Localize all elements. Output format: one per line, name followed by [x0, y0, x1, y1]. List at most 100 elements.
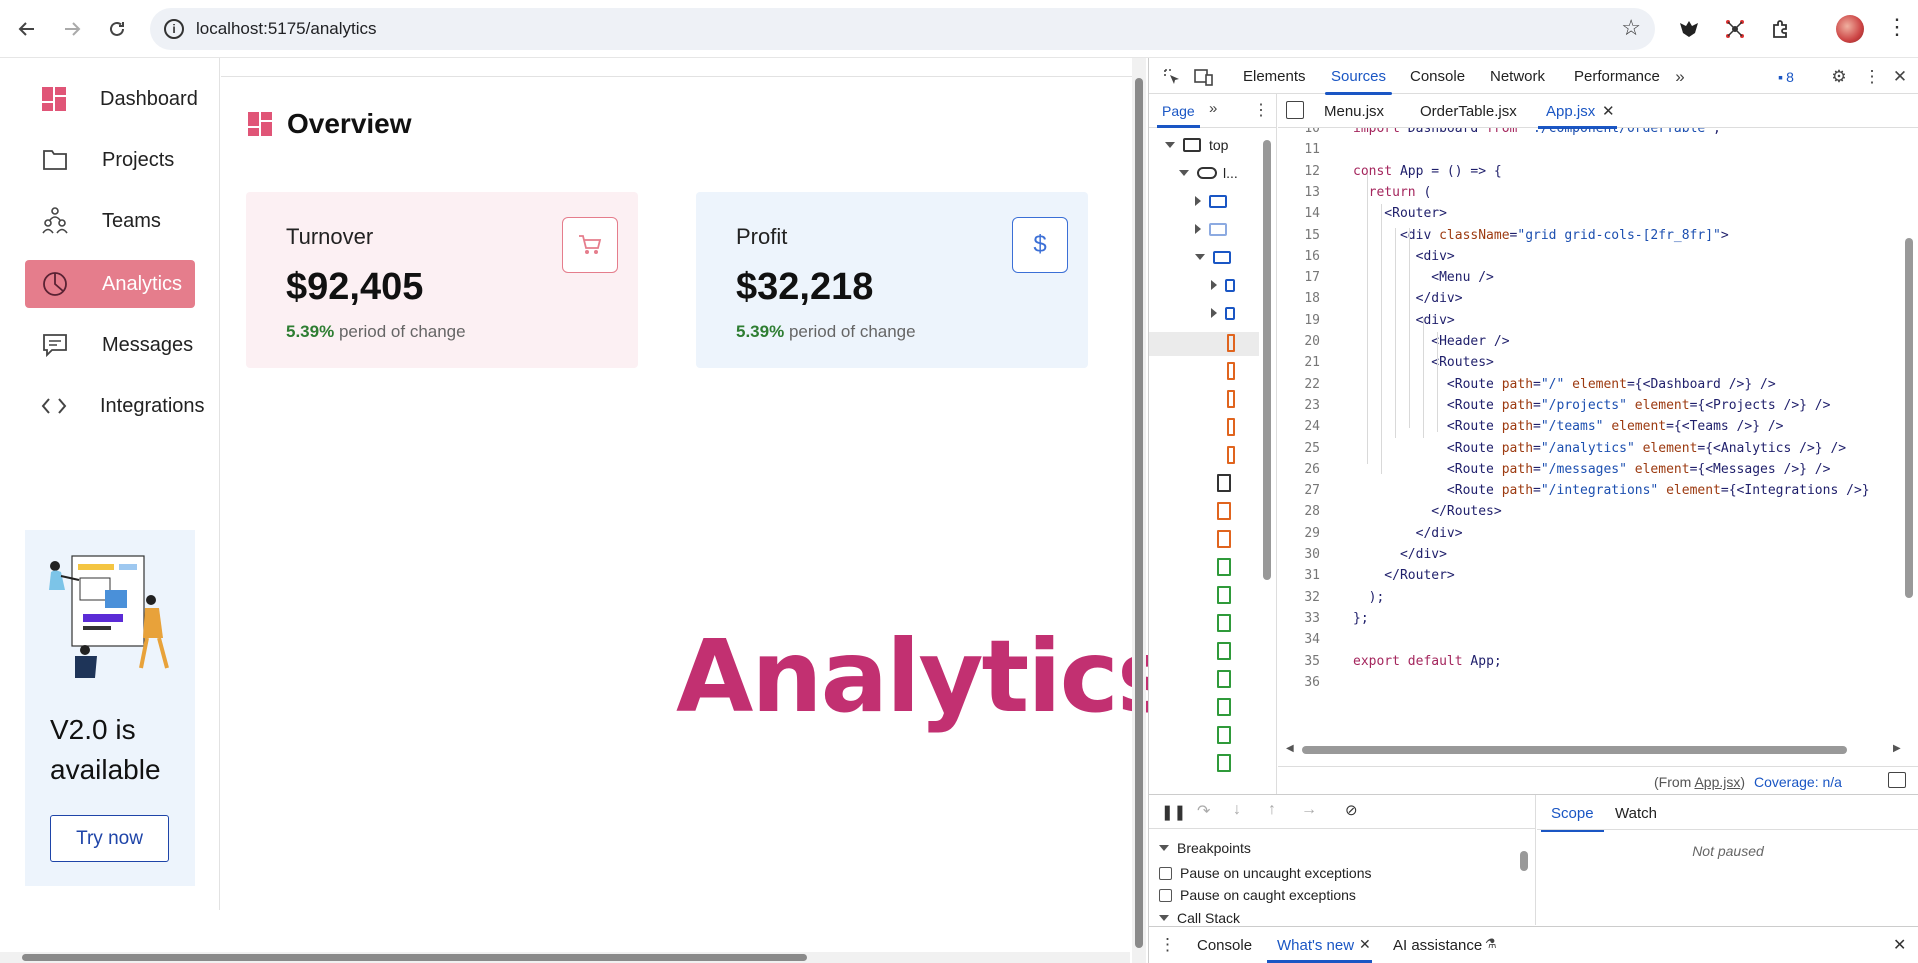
settings-gear-icon[interactable]: ⚙ [1828, 66, 1850, 88]
tree-file[interactable] [1227, 360, 1235, 382]
code-line[interactable]: 14 <Router> [1278, 203, 1918, 224]
line-number[interactable]: 28 [1278, 504, 1320, 519]
deactivate-breakpoints-icon[interactable]: ⊘ [1345, 801, 1358, 819]
code-line[interactable]: 10 import Dashboard from "./component/Ord… [1278, 128, 1918, 139]
reload-button[interactable] [102, 14, 132, 44]
editor-vertical-scrollbar[interactable] [1905, 238, 1913, 598]
step-over-icon[interactable]: ↷ [1197, 801, 1210, 821]
code-line[interactable]: 29 </div> [1278, 523, 1918, 544]
line-number[interactable]: 13 [1278, 185, 1320, 200]
line-number[interactable]: 29 [1278, 526, 1320, 541]
line-number[interactable]: 32 [1278, 590, 1320, 605]
code-line[interactable]: 16 <div> [1278, 246, 1918, 267]
code-line[interactable]: 36 [1278, 672, 1918, 693]
tree-file[interactable] [1217, 556, 1231, 578]
url-text[interactable]: localhost:5175/analytics [196, 19, 377, 39]
tree-file[interactable] [1227, 444, 1235, 466]
close-tab-icon[interactable]: ✕ [1359, 936, 1371, 953]
editor-tab-menu[interactable]: Menu.jsx [1324, 103, 1384, 120]
browser-menu-icon[interactable]: ⋮ [1886, 14, 1908, 40]
dollar-button[interactable]: $ [1012, 217, 1068, 273]
page-horizontal-scrollbar[interactable] [0, 952, 1130, 963]
line-number[interactable]: 10 [1278, 128, 1320, 136]
tree-selected-row[interactable] [1149, 332, 1259, 356]
checkbox[interactable] [1159, 866, 1172, 880]
tree-folder[interactable] [1195, 218, 1227, 240]
sidebar-item-dashboard[interactable]: Dashboard [25, 75, 198, 123]
line-number[interactable]: 34 [1278, 632, 1320, 647]
editor-tab-ordertable[interactable]: OrderTable.jsx [1420, 103, 1517, 120]
call-stack-section[interactable]: Call Stack [1159, 911, 1240, 925]
device-toolbar-icon[interactable] [1193, 66, 1215, 88]
code-line[interactable]: 33}; [1278, 608, 1918, 629]
drawer-tab-ai-assistance[interactable]: AI assistance [1393, 937, 1482, 954]
tree-file[interactable] [1217, 668, 1231, 690]
line-number[interactable]: 26 [1278, 462, 1320, 477]
code-line[interactable]: 30 </div> [1278, 544, 1918, 565]
line-number[interactable]: 20 [1278, 334, 1320, 349]
line-number[interactable]: 24 [1278, 419, 1320, 434]
sidebar-item-integrations[interactable]: Integrations [25, 382, 205, 430]
tab-watch[interactable]: Watch [1615, 805, 1657, 822]
code-line[interactable]: 12 const App = () => { [1278, 161, 1918, 182]
scroll-left-icon[interactable]: ◀ [1286, 743, 1294, 754]
code-line[interactable]: 22 <Route path="/" element={<Dashboard /… [1278, 374, 1918, 395]
debugger-scrollbar[interactable] [1519, 833, 1529, 919]
tree-file[interactable] [1217, 696, 1231, 718]
tab-scope[interactable]: Scope [1541, 805, 1603, 832]
sidebar-item-analytics[interactable]: Analytics [25, 260, 195, 308]
code-line[interactable]: 26 <Route path="/messages" element={<Mes… [1278, 459, 1918, 480]
drawer-tab-whats-new[interactable]: What's new [1266, 937, 1373, 963]
code-line[interactable]: 35 export default App; [1278, 651, 1918, 672]
line-number[interactable]: 15 [1278, 228, 1320, 243]
forward-button[interactable] [57, 14, 87, 44]
code-line[interactable]: 18 </div> [1278, 288, 1918, 309]
code-line[interactable]: 19 <div> [1278, 310, 1918, 331]
extension-network-icon[interactable] [1722, 16, 1748, 42]
code-line[interactable]: 11 [1278, 139, 1918, 160]
code-line[interactable]: 25 <Route path="/analytics" element={<An… [1278, 438, 1918, 459]
tab-elements[interactable]: Elements [1243, 68, 1306, 85]
coverage-status[interactable]: Coverage: n/a [1754, 774, 1842, 790]
page-vertical-scrollbar[interactable] [1132, 58, 1146, 963]
line-number[interactable]: 16 [1278, 249, 1320, 264]
step-icon[interactable]: → [1301, 801, 1317, 819]
back-button[interactable] [12, 14, 42, 44]
line-number[interactable]: 25 [1278, 441, 1320, 456]
address-bar[interactable]: i localhost:5175/analytics ☆ [150, 8, 1655, 50]
sidebar-item-projects[interactable]: Projects [25, 136, 195, 184]
tree-file[interactable] [1217, 472, 1231, 494]
issues-badge[interactable]: ▪ 8 [1769, 66, 1803, 88]
line-number[interactable]: 18 [1278, 291, 1320, 306]
code-line[interactable]: 17 <Menu /> [1278, 267, 1918, 288]
extension-bat-icon[interactable] [1676, 16, 1702, 42]
code-line[interactable]: 28 </Routes> [1278, 501, 1918, 522]
tree-file[interactable] [1227, 388, 1235, 410]
sidebar-item-teams[interactable]: Teams [25, 197, 195, 245]
tree-item-top[interactable]: top [1165, 134, 1228, 156]
profile-avatar[interactable] [1836, 15, 1864, 43]
code-line[interactable]: 13 return ( [1278, 182, 1918, 203]
pause-icon[interactable]: ❚❚ [1161, 803, 1186, 821]
tree-file[interactable] [1217, 500, 1231, 522]
tree-file[interactable] [1217, 612, 1231, 634]
code-area[interactable]: 10 import Dashboard from "./component/Ord… [1278, 128, 1918, 748]
editor-tab-app[interactable]: App.jsx [1537, 103, 1618, 129]
drawer-menu-icon[interactable]: ⋮ [1159, 935, 1176, 955]
tab-console[interactable]: Console [1410, 68, 1465, 85]
tree-folder[interactable] [1195, 246, 1231, 268]
line-number[interactable]: 19 [1278, 313, 1320, 328]
origin-file-link[interactable]: App.jsx [1694, 774, 1740, 790]
line-number[interactable]: 30 [1278, 547, 1320, 562]
line-number[interactable]: 21 [1278, 355, 1320, 370]
breakpoints-section[interactable]: Breakpoints [1159, 840, 1251, 856]
tree-folder[interactable] [1211, 274, 1235, 296]
close-tab-icon[interactable]: ✕ [1602, 102, 1615, 120]
tree-folder[interactable] [1195, 190, 1227, 212]
scrollbar-thumb[interactable] [1135, 78, 1143, 948]
line-number[interactable]: 22 [1278, 377, 1320, 392]
try-now-button[interactable]: Try now [50, 815, 169, 862]
tree-file[interactable] [1227, 332, 1235, 354]
bookmark-star-icon[interactable]: ☆ [1621, 15, 1641, 41]
scroll-right-icon[interactable]: ▶ [1893, 743, 1901, 754]
